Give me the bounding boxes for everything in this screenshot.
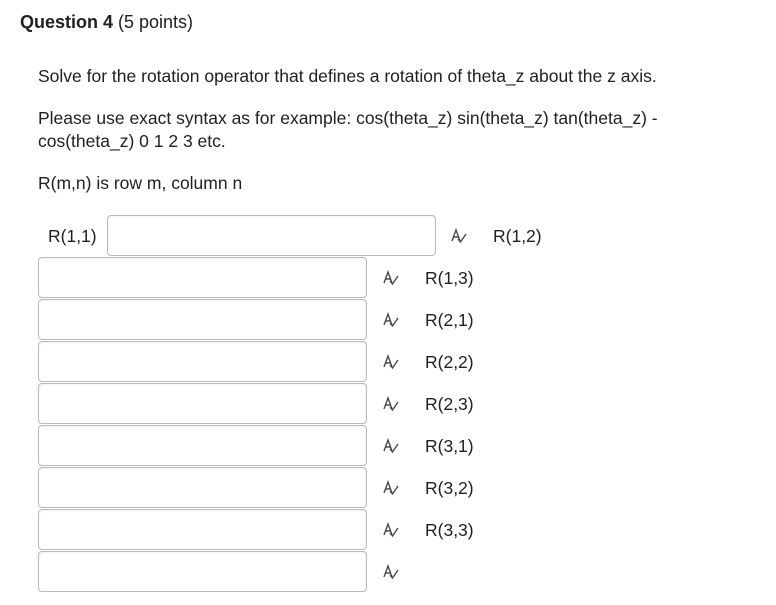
input-r11[interactable] (107, 215, 436, 256)
spellcheck-icon[interactable] (383, 480, 399, 496)
label-r31: R(3,1) (425, 436, 474, 456)
label-r23: R(2,3) (425, 394, 474, 414)
label-r21: R(2,1) (425, 310, 474, 330)
spellcheck-icon[interactable] (383, 438, 399, 454)
input-r33[interactable] (38, 551, 367, 592)
spellcheck-icon[interactable] (383, 522, 399, 538)
prompt-text: Solve for the rotation operator that def… (38, 66, 657, 86)
label-r12: R(1,2) (493, 226, 542, 246)
spellcheck-icon[interactable] (383, 354, 399, 370)
input-r32[interactable] (38, 509, 367, 550)
label-r13: R(1,3) (425, 268, 474, 288)
spellcheck-icon[interactable] (383, 564, 399, 580)
spellcheck-icon[interactable] (383, 270, 399, 286)
label-r22: R(2,2) (425, 352, 474, 372)
question-title: Question 4 (20, 12, 114, 32)
spellcheck-icon[interactable] (383, 396, 399, 412)
input-r12[interactable] (38, 257, 367, 298)
label-r33: R(3,3) (425, 520, 474, 540)
spellcheck-icon[interactable] (383, 312, 399, 328)
input-r21[interactable] (38, 341, 367, 382)
input-r22[interactable] (38, 383, 367, 424)
syntax-hint-line2: cos(theta_z) 0 1 2 3 etc. (38, 131, 226, 151)
input-r13[interactable] (38, 299, 367, 340)
syntax-hint-line1: Please use exact syntax as for example: … (38, 108, 658, 128)
question-header: Question 4 (5 points) (20, 12, 193, 33)
label-r11: R(1,1) (48, 226, 97, 246)
input-r31[interactable] (38, 467, 367, 508)
spellcheck-icon[interactable] (451, 228, 467, 244)
question-points: (5 points) (113, 12, 194, 32)
matrix-notation: R(m,n) is row m, column n (38, 173, 243, 193)
input-r23[interactable] (38, 425, 367, 466)
label-r32: R(3,2) (425, 478, 474, 498)
